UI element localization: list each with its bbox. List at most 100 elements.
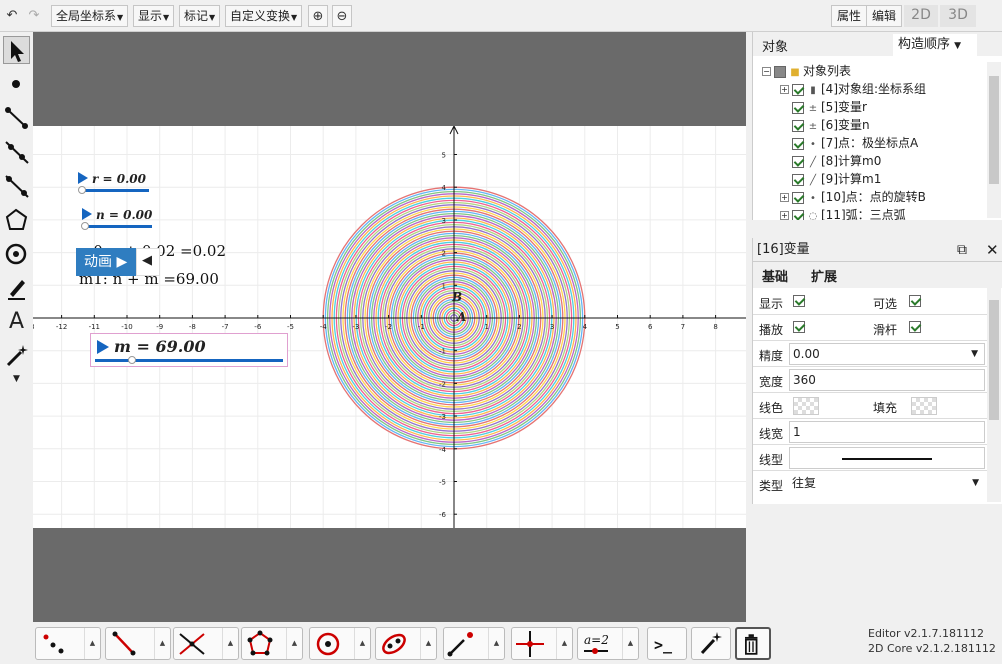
line-color-swatch[interactable]	[793, 397, 819, 415]
segment-tool-group[interactable]: ▲	[105, 627, 171, 660]
line-type-select[interactable]	[789, 447, 985, 469]
property-scrollbar[interactable]	[987, 262, 1001, 502]
m-slider-knob[interactable]	[128, 356, 136, 364]
visibility-checkbox[interactable]	[792, 173, 804, 186]
console-button[interactable]: >_	[647, 627, 687, 660]
visibility-checkbox[interactable]	[792, 155, 804, 168]
expand-icon[interactable]: +	[780, 193, 789, 202]
visibility-checkbox[interactable]	[792, 191, 804, 204]
sort-order-select[interactable]: 构造顺序 ▼	[893, 34, 977, 56]
n-slider-play-icon[interactable]	[82, 208, 92, 220]
tree-item[interactable]: ╱ [8]计算m0	[792, 152, 881, 170]
circle-tool-group[interactable]: ▲	[309, 627, 371, 660]
fill-color-swatch[interactable]	[911, 397, 937, 415]
tab-attributes[interactable]: 属性	[831, 5, 868, 27]
mark-menu[interactable]: 标记▼	[179, 5, 221, 27]
chevron-up-icon[interactable]: ▲	[354, 628, 370, 659]
chevron-up-icon[interactable]: ▲	[154, 628, 170, 659]
tree-item[interactable]: ± [5]变量r	[792, 98, 867, 116]
delete-button[interactable]	[735, 627, 771, 660]
chevron-up-icon[interactable]: ▲	[488, 628, 504, 659]
chevron-up-icon[interactable]: ▲	[84, 628, 100, 659]
object-list-scrollbar[interactable]	[987, 62, 1001, 218]
m-slider-box[interactable]: m = 69.00	[90, 333, 288, 367]
tab-3d[interactable]: 3D	[940, 5, 976, 27]
scroll-thumb[interactable]	[989, 300, 999, 420]
slider-checkbox[interactable]	[909, 321, 921, 333]
m-slider-play-icon[interactable]	[97, 340, 109, 354]
point-b-label[interactable]: B	[452, 290, 462, 304]
polygon-tool-group[interactable]: ▲	[241, 627, 303, 660]
tree-item[interactable]: ╱ [9]计算m1	[792, 170, 881, 188]
magic-wand-button[interactable]	[691, 627, 731, 660]
chevron-up-icon[interactable]: ▲	[222, 628, 238, 659]
tree-item[interactable]: + ▮ [4]对象组:坐标系组	[780, 80, 926, 98]
tab-extended[interactable]: 扩展	[811, 266, 837, 285]
play-checkbox[interactable]	[793, 321, 805, 333]
pen-tool[interactable]	[3, 274, 30, 302]
ray-tool[interactable]	[3, 138, 30, 166]
m-slider-track[interactable]	[95, 359, 283, 362]
expand-icon[interactable]: +	[780, 85, 789, 94]
chevron-up-icon[interactable]: ▲	[420, 628, 436, 659]
selectable-checkbox[interactable]	[909, 295, 921, 307]
conic-tool-group[interactable]: ▲	[375, 627, 437, 660]
width-input[interactable]: 360	[789, 369, 985, 391]
variable-tool-group[interactable]: a=2 ▲	[577, 627, 639, 660]
segment-tool[interactable]	[3, 104, 30, 132]
polygon-tool[interactable]	[3, 206, 30, 234]
visibility-checkbox[interactable]	[792, 209, 804, 220]
chevron-up-icon[interactable]: ▲	[622, 628, 638, 659]
drawing-canvas[interactable]: -13-12-11-10-9-8-7-6-5-4-3-2-112345678 5…	[33, 32, 746, 622]
n-slider-knob[interactable]	[81, 222, 89, 230]
scroll-thumb[interactable]	[989, 76, 999, 184]
redo-icon[interactable]: ↷	[24, 5, 44, 27]
undo-icon[interactable]: ↶	[2, 5, 22, 27]
visibility-checkbox[interactable]	[792, 101, 804, 114]
line-tool[interactable]	[3, 172, 30, 200]
expand-icon[interactable]: +	[780, 211, 789, 220]
transform-tool-group[interactable]: ▲	[511, 627, 573, 660]
coord-system-menu[interactable]: 全局坐标系▼	[51, 5, 129, 27]
zoom-out-icon[interactable]: ⊖	[332, 5, 352, 27]
r-slider-play-icon[interactable]	[78, 172, 88, 184]
more-tools-toggle[interactable]: ▼	[3, 374, 30, 390]
animation-button[interactable]: 动画 ▶	[76, 248, 136, 276]
tab-basic[interactable]: 基础	[762, 266, 788, 285]
tree-root[interactable]: − ■ 对象列表	[762, 62, 851, 80]
point-tool[interactable]	[3, 70, 30, 98]
collapse-icon[interactable]: −	[762, 67, 771, 76]
popout-icon[interactable]: ⧉	[957, 238, 967, 262]
intersection-tool-group[interactable]: ▲	[173, 627, 239, 660]
custom-transform-menu[interactable]: 自定义变换▼	[225, 5, 303, 27]
drawing-board[interactable]: -13-12-11-10-9-8-7-6-5-4-3-2-112345678 5…	[33, 126, 746, 528]
close-icon[interactable]: ✕	[986, 238, 999, 262]
tree-item[interactable]: + • [10]点：点的旋转B	[780, 188, 926, 206]
chevron-up-icon[interactable]: ▲	[556, 628, 572, 659]
tab-edit[interactable]: 编辑	[866, 5, 903, 27]
circle-tool[interactable]	[3, 240, 30, 268]
visibility-checkbox[interactable]	[792, 119, 804, 132]
point-a-label[interactable]: A	[457, 310, 466, 324]
tab-2d[interactable]: 2D	[904, 5, 938, 27]
points-tool-group[interactable]: ▲	[35, 627, 101, 660]
select-tool[interactable]	[3, 36, 30, 64]
animation-play-toggle[interactable]: ◀	[136, 248, 160, 276]
precision-select[interactable]: 0.00 ▼	[789, 343, 985, 365]
show-checkbox[interactable]	[793, 295, 805, 307]
visibility-checkbox[interactable]	[792, 83, 804, 96]
type-select[interactable]: 往复 ▼	[789, 473, 985, 495]
line-width-input[interactable]: 1	[789, 421, 985, 443]
r-slider-knob[interactable]	[78, 186, 86, 194]
angle-tool-group[interactable]: ▲	[443, 627, 505, 660]
n-slider-track[interactable]	[84, 225, 152, 228]
text-tool[interactable]: A	[3, 308, 30, 336]
visibility-checkbox[interactable]	[792, 137, 804, 150]
chevron-up-icon[interactable]: ▲	[286, 628, 302, 659]
tree-item[interactable]: ± [6]变量n	[792, 116, 870, 134]
root-checkbox[interactable]	[774, 65, 786, 78]
tree-item[interactable]: + ◌ [11]弧：三点弧	[780, 206, 906, 220]
zoom-in-icon[interactable]: ⊕	[308, 5, 328, 27]
magic-wand-tool[interactable]	[3, 342, 30, 370]
r-slider-track[interactable]	[81, 189, 149, 192]
